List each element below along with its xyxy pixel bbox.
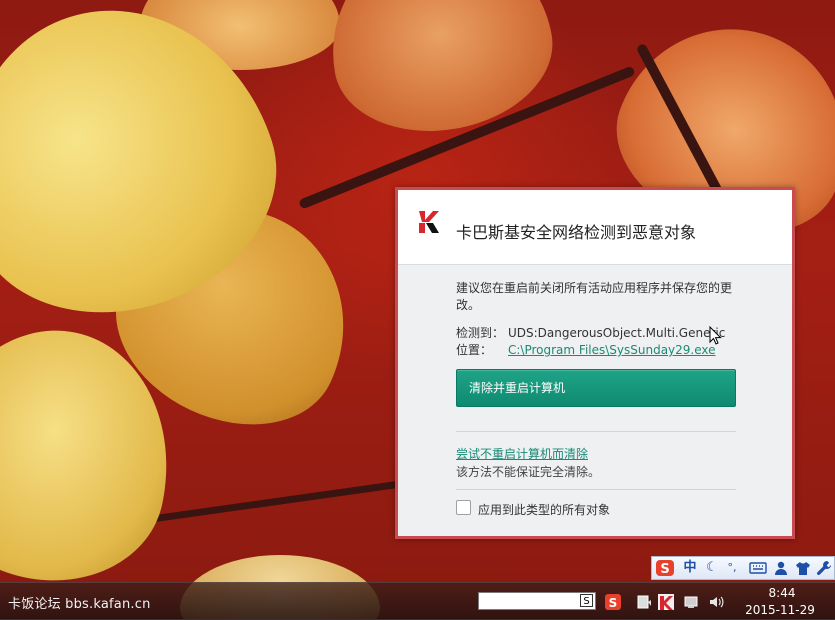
kaspersky-alert-dialog: 卡巴斯基安全网络检测到恶意对象 建议您在重启前关闭所有活动应用程序并保存您的更改… [395, 187, 795, 539]
svg-text:S: S [660, 562, 669, 577]
keyboard-icon[interactable] [748, 559, 768, 577]
advice-text: 建议您在重启前关闭所有活动应用程序并保存您的更改。 [456, 281, 733, 312]
detected-row: 检测到： UDS:DangerousObject.Multi.Generic [456, 324, 725, 341]
skin-icon[interactable] [794, 559, 812, 577]
detected-value: UDS:DangerousObject.Multi.Generic [508, 326, 726, 340]
taskbar-search-button[interactable]: S [580, 594, 593, 607]
taskbar-search-box[interactable]: S [478, 592, 596, 610]
chinese-mode-toggle[interactable]: 中 [680, 559, 700, 577]
svg-text:S: S [609, 596, 618, 610]
disinfect-and-restart-button[interactable]: 清除并重启计算机 [456, 369, 736, 407]
disinfect-without-restart-link[interactable]: 尝试不重启计算机而清除 [456, 445, 588, 462]
divider [456, 431, 736, 432]
sogou-logo-icon[interactable]: S [655, 559, 675, 577]
ime-toolbar: S 中 ☾ °, [651, 556, 835, 580]
forum-watermark: 卡饭论坛 bbs.kafan.cn [8, 597, 151, 612]
divider [456, 489, 736, 490]
dialog-title: 卡巴斯基安全网络检测到恶意对象 [456, 223, 697, 242]
apply-to-all-label[interactable]: 应用到此类型的所有对象 [478, 501, 610, 518]
kaspersky-tray-icon[interactable] [658, 594, 674, 610]
wrench-icon[interactable] [815, 559, 833, 577]
taskbar: 卡饭论坛 bbs.kafan.cn S S 8:44 2015-11-29 [0, 582, 835, 620]
mouse-cursor-icon [709, 326, 722, 345]
location-row: 位置： C:\Program Files\SysSunday29.exe [456, 341, 716, 358]
location-label: 位置： [456, 343, 493, 357]
network-icon[interactable] [684, 594, 700, 610]
detected-label: 检测到： [456, 326, 505, 340]
apply-to-all-checkbox[interactable] [456, 500, 471, 515]
dialog-header: 卡巴斯基安全网络检测到恶意对象 [398, 190, 792, 265]
wallpaper-leaf [315, 0, 565, 148]
alt-note-text: 该方法不能保证完全清除。 [456, 465, 601, 479]
punctuation-toggle[interactable]: °, [722, 559, 742, 577]
dialog-body: 建议您在重启前关闭所有活动应用程序并保存您的更改。 检测到： UDS:Danger… [398, 265, 792, 536]
sogou-tray-icon[interactable]: S [605, 594, 621, 610]
volume-icon[interactable] [708, 594, 724, 610]
location-path-link[interactable]: C:\Program Files\SysSunday29.exe [508, 343, 716, 357]
clock-date[interactable]: 2015-11-29 [740, 603, 820, 617]
action-center-icon[interactable] [636, 594, 652, 610]
clock-time[interactable]: 8:44 [752, 586, 812, 600]
moon-icon[interactable]: ☾ [704, 559, 720, 577]
kaspersky-logo-icon [419, 211, 439, 233]
user-icon[interactable] [772, 559, 790, 577]
